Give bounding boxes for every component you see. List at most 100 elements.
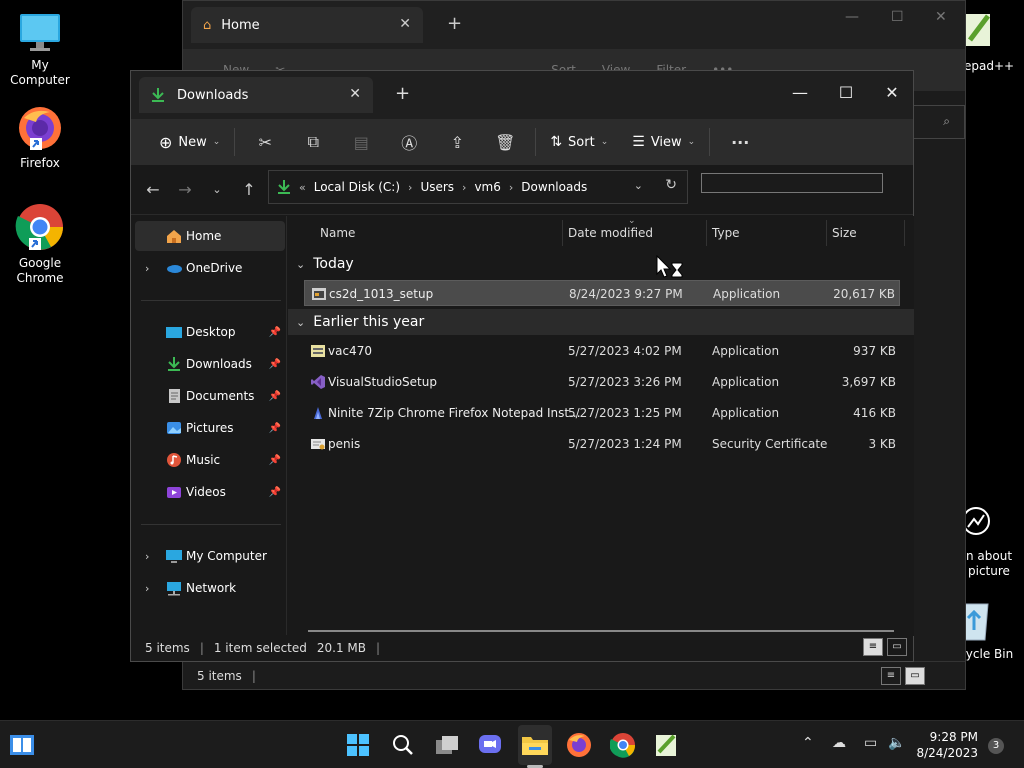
firefox-icon[interactable]: [565, 731, 593, 759]
breadcrumb-vm6[interactable]: vm6: [474, 180, 500, 194]
new-tab-icon[interactable]: +: [447, 13, 462, 34]
back-icon[interactable]: ←: [137, 180, 169, 199]
file-explorer-icon[interactable]: [521, 731, 549, 759]
search-input[interactable]: [701, 173, 883, 193]
breadcrumb-chevron-icon[interactable]: ›: [408, 181, 412, 194]
close-icon[interactable]: ✕: [935, 9, 947, 25]
pin-icon[interactable]: 📌: [269, 359, 281, 370]
column-header-date[interactable]: Date modified: [568, 226, 653, 240]
view-button[interactable]: ☰ View ⌄: [624, 126, 703, 158]
close-tab-icon[interactable]: ✕: [399, 16, 411, 32]
details-view-icon[interactable]: ≡: [881, 667, 901, 685]
breadcrumb-chevron-icon[interactable]: ›: [509, 181, 513, 194]
clock[interactable]: 9:28 PM 8/24/2023: [916, 729, 978, 761]
up-icon[interactable]: ↑: [233, 180, 265, 199]
nav-item-music[interactable]: Music 📌: [135, 445, 285, 475]
share-icon[interactable]: ⇪: [433, 126, 481, 158]
volume-icon[interactable]: 🔈: [888, 735, 905, 751]
network-icon[interactable]: ▭: [864, 735, 877, 751]
breadcrumb-users[interactable]: Users: [420, 180, 454, 194]
paste-icon[interactable]: ▤: [337, 126, 385, 158]
notepad-plus-plus-icon[interactable]: [652, 731, 680, 759]
explorer-window[interactable]: Downloads ✕ + — ☐ ✕ ⊕ New ⌄ ✂ ⧉ ▤ Ⓐ ⇪ 🗑 …: [130, 70, 914, 662]
column-divider[interactable]: [562, 220, 563, 246]
file-row[interactable]: VisualStudioSetup 5/27/2023 3:26 PM Appl…: [304, 369, 900, 395]
file-row[interactable]: Ninite 7Zip Chrome Firefox Notepad Inst.…: [304, 400, 900, 426]
address-bar[interactable]: « Local Disk (C:) › Users › vm6 › Downlo…: [268, 170, 688, 204]
nav-item-desktop[interactable]: Desktop 📌: [135, 317, 285, 347]
nav-item-onedrive[interactable]: › OneDrive: [135, 253, 285, 283]
column-divider[interactable]: [904, 220, 905, 246]
nav-item-network[interactable]: › Network: [135, 573, 285, 603]
file-row[interactable]: penis 5/27/2023 1:24 PM Security Certifi…: [304, 431, 900, 457]
nav-item-documents[interactable]: Documents 📌: [135, 381, 285, 411]
nav-item-pictures[interactable]: Pictures 📌: [135, 413, 285, 443]
search-box[interactable]: ⌕: [913, 105, 965, 139]
recent-locations-icon[interactable]: ⌄: [201, 183, 233, 196]
breadcrumb-downloads[interactable]: Downloads: [521, 180, 587, 194]
show-hidden-icons-icon[interactable]: ⌃: [802, 735, 814, 751]
notepad-plus-icon[interactable]: [964, 10, 994, 50]
desktop-icon-chrome[interactable]: Google Chrome: [0, 202, 80, 286]
rename-icon[interactable]: Ⓐ: [385, 126, 433, 158]
expand-chevron-icon[interactable]: ›: [145, 262, 149, 275]
pin-icon[interactable]: 📌: [269, 455, 281, 466]
horizontal-scrollbar[interactable]: [308, 630, 894, 632]
onedrive-offline-icon[interactable]: ☁: [832, 735, 846, 751]
nav-item-downloads[interactable]: Downloads 📌: [135, 349, 285, 379]
nav-item-my-computer[interactable]: › My Computer: [135, 541, 285, 571]
desktop-icon-firefox[interactable]: Firefox: [0, 104, 80, 171]
column-header-type[interactable]: Type: [712, 226, 740, 240]
column-header-size[interactable]: Size: [832, 226, 857, 240]
maximize-button[interactable]: ☐: [823, 77, 869, 107]
minimize-button[interactable]: —: [777, 77, 823, 107]
group-header-today[interactable]: ⌄ Today: [288, 251, 914, 277]
forward-icon[interactable]: →: [169, 180, 201, 199]
delete-icon[interactable]: 🗑: [481, 126, 529, 158]
expand-chevron-icon[interactable]: ›: [145, 550, 149, 563]
tiles-view-icon[interactable]: ▭: [905, 667, 925, 685]
collapse-chevron-icon[interactable]: ⌄: [296, 258, 305, 271]
breadcrumb-overflow[interactable]: «: [299, 181, 306, 194]
maximize-icon[interactable]: ☐: [891, 9, 904, 25]
minimize-icon[interactable]: —: [845, 9, 859, 25]
file-row[interactable]: vac470 5/27/2023 4:02 PM Application 937…: [304, 338, 900, 364]
column-divider[interactable]: [706, 220, 707, 246]
column-header-name[interactable]: Name: [320, 226, 355, 240]
file-row[interactable]: cs2d_1013_setup 8/24/2023 9:27 PM Applic…: [304, 280, 900, 306]
sort-button[interactable]: ⇅ Sort ⌄: [542, 126, 616, 158]
breadcrumb-chevron-icon[interactable]: ›: [462, 181, 466, 194]
chrome-icon[interactable]: [609, 731, 637, 759]
breadcrumb-local-disk[interactable]: Local Disk (C:): [314, 180, 400, 194]
expand-chevron-icon[interactable]: ›: [145, 582, 149, 595]
nav-item-videos[interactable]: Videos 📌: [135, 477, 285, 507]
nav-item-home[interactable]: Home: [135, 221, 285, 251]
new-button[interactable]: ⊕ New ⌄: [151, 126, 228, 158]
tab-home[interactable]: ⌂ Home ✕: [191, 7, 423, 43]
group-header-earlier[interactable]: ⌄ Earlier this year: [288, 309, 914, 335]
tiles-view-icon[interactable]: ▭: [887, 638, 907, 656]
column-divider[interactable]: [826, 220, 827, 246]
tab-downloads[interactable]: Downloads ✕: [139, 77, 373, 113]
notification-badge[interactable]: 3: [988, 738, 1004, 754]
chat-icon[interactable]: [476, 731, 504, 759]
desktop-icon-my-computer[interactable]: My Computer: [0, 10, 80, 88]
pin-icon[interactable]: 📌: [269, 327, 281, 338]
task-view-icon[interactable]: [433, 731, 461, 759]
close-tab-icon[interactable]: ✕: [349, 86, 361, 102]
refresh-icon[interactable]: ↻: [665, 177, 677, 193]
pin-icon[interactable]: 📌: [269, 391, 281, 402]
copy-icon[interactable]: ⧉: [289, 126, 337, 158]
search-icon[interactable]: [389, 731, 417, 759]
start-icon[interactable]: [344, 731, 372, 759]
pin-icon[interactable]: 📌: [269, 423, 281, 434]
desktop-mode-icon[interactable]: [8, 731, 36, 759]
more-options-icon[interactable]: ···: [716, 126, 764, 158]
close-button[interactable]: ✕: [869, 77, 915, 107]
collapse-chevron-icon[interactable]: ⌄: [296, 316, 305, 329]
details-view-icon[interactable]: ≡: [863, 638, 883, 656]
pin-icon[interactable]: 📌: [269, 487, 281, 498]
cut-icon[interactable]: ✂: [241, 126, 289, 158]
new-tab-icon[interactable]: +: [395, 83, 410, 104]
address-dropdown-icon[interactable]: ⌄: [634, 179, 643, 192]
